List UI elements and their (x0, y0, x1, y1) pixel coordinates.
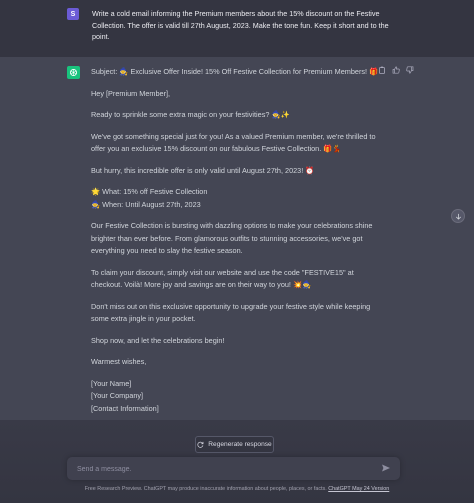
email-paragraph-6: Don't miss out on this exclusive opportu… (91, 301, 371, 324)
signature-name: [Your Name] (91, 378, 132, 388)
user-avatar: S (67, 8, 79, 20)
send-icon (382, 464, 390, 472)
signature-contact: [Contact Information] (91, 403, 159, 413)
chatgpt-logo-icon (67, 66, 80, 79)
email-paragraph-2: We've got something special just for you… (91, 131, 376, 154)
user-message-text: Write a cold email informing the Premium… (92, 9, 389, 41)
message-input[interactable] (75, 461, 369, 478)
email-when: 🧙 When: Until August 27th, 2023 (91, 199, 201, 209)
scroll-to-bottom-button[interactable] (451, 209, 465, 223)
email-details: 🌟 What: 15% off Festive Collection 🧙 Whe… (91, 186, 381, 211)
refresh-icon (197, 441, 204, 448)
email-signature: [Your Name] [Your Company] [Contact Info… (91, 378, 381, 416)
thumbs-up-icon[interactable] (392, 66, 400, 74)
thumbs-down-icon[interactable] (406, 66, 414, 74)
signature-company: [Your Company] (91, 391, 144, 400)
email-paragraph-1: Ready to sprinkle some extra magic on yo… (91, 110, 290, 119)
regenerate-button[interactable]: Regenerate response (195, 436, 274, 453)
email-greeting: Hey [Premium Member], (91, 88, 171, 98)
footer-text: Free Research Preview. ChatGPT may produ… (84, 486, 327, 492)
email-subject: Subject: 🧙 Exclusive Offer Inside! 15% O… (91, 67, 379, 76)
email-what: 🌟 What: 15% off Festive Collection (91, 187, 208, 196)
user-message-row: S Write a cold email informing the Premi… (0, 0, 474, 58)
email-paragraph-3: But hurry, this incredible offer is only… (91, 165, 315, 175)
regenerate-label: Regenerate response (208, 441, 272, 448)
message-actions (378, 66, 414, 74)
footer-disclaimer: Free Research Preview. ChatGPT may produ… (0, 486, 474, 492)
email-paragraph-7: Shop now, and let the celebrations begin… (91, 335, 225, 345)
arrow-down-icon (455, 213, 461, 220)
assistant-reply: Subject: 🧙 Exclusive Offer Inside! 15% O… (91, 66, 381, 424)
message-composer (67, 457, 400, 480)
footer-version-link[interactable]: ChatGPT May 24 Version (328, 486, 389, 492)
user-avatar-letter: S (70, 10, 76, 18)
email-paragraph-4: Our Festive Collection is bursting with … (91, 221, 373, 255)
email-signoff: Warmest wishes, (91, 357, 147, 366)
email-paragraph-5: To claim your discount, simply visit our… (91, 267, 354, 290)
send-button[interactable] (381, 463, 392, 474)
